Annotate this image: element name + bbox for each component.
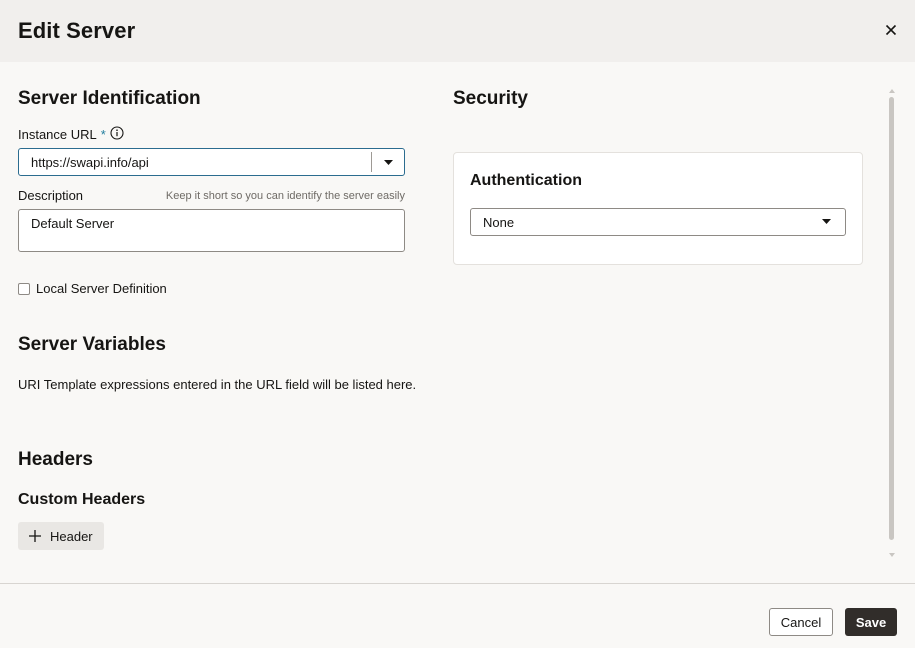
add-header-label: Header: [50, 528, 93, 544]
server-identification-heading: Server Identification: [18, 88, 201, 109]
add-header-button[interactable]: Header: [18, 522, 104, 550]
authentication-card: Authentication None: [453, 152, 863, 265]
chevron-down-icon: [383, 159, 393, 165]
local-server-definition-label[interactable]: Local Server Definition: [36, 281, 167, 296]
authentication-value: None: [483, 214, 515, 230]
authentication-select[interactable]: None: [470, 208, 846, 236]
description-label: Description: [18, 188, 84, 203]
plus-icon: [28, 529, 42, 543]
dialog-title: Edit Server: [18, 18, 136, 43]
scrollbar[interactable]: [888, 88, 896, 558]
server-variables-info: URI Template expressions entered in the …: [18, 377, 417, 392]
required-marker: *: [100, 127, 106, 142]
headers-heading: Headers: [18, 449, 93, 470]
description-hint: Keep it short so you can identify the se…: [165, 190, 405, 202]
server-variables-heading: Server Variables: [18, 334, 166, 355]
scrollbar-thumb[interactable]: [889, 97, 894, 540]
close-icon: [885, 24, 897, 36]
instance-url-label-text: Instance URL: [18, 127, 97, 142]
authentication-heading: Authentication: [470, 172, 582, 189]
local-server-definition-row[interactable]: Local Server Definition: [18, 281, 167, 296]
instance-url-combobox[interactable]: https://swapi.info/api: [18, 148, 405, 176]
dialog-header: Edit Server: [0, 0, 915, 62]
save-button[interactable]: Save: [845, 608, 897, 636]
description-textarea[interactable]: Default Server: [18, 209, 405, 252]
cancel-button[interactable]: Cancel: [769, 608, 833, 636]
custom-headers-heading: Custom Headers: [18, 491, 146, 508]
info-icon[interactable]: [110, 126, 124, 140]
scroll-up-arrow-icon[interactable]: [888, 88, 896, 94]
instance-url-label: Instance URL *: [18, 127, 106, 142]
local-server-definition-checkbox[interactable]: [18, 282, 30, 295]
scroll-down-arrow-icon[interactable]: [888, 552, 896, 558]
footer-divider: [0, 583, 915, 584]
instance-url-dropdown-button[interactable]: [372, 149, 404, 175]
chevron-down-icon: [822, 219, 831, 224]
close-button[interactable]: [879, 18, 903, 42]
instance-url-input[interactable]: https://swapi.info/api: [19, 155, 371, 170]
security-heading: Security: [453, 88, 528, 109]
